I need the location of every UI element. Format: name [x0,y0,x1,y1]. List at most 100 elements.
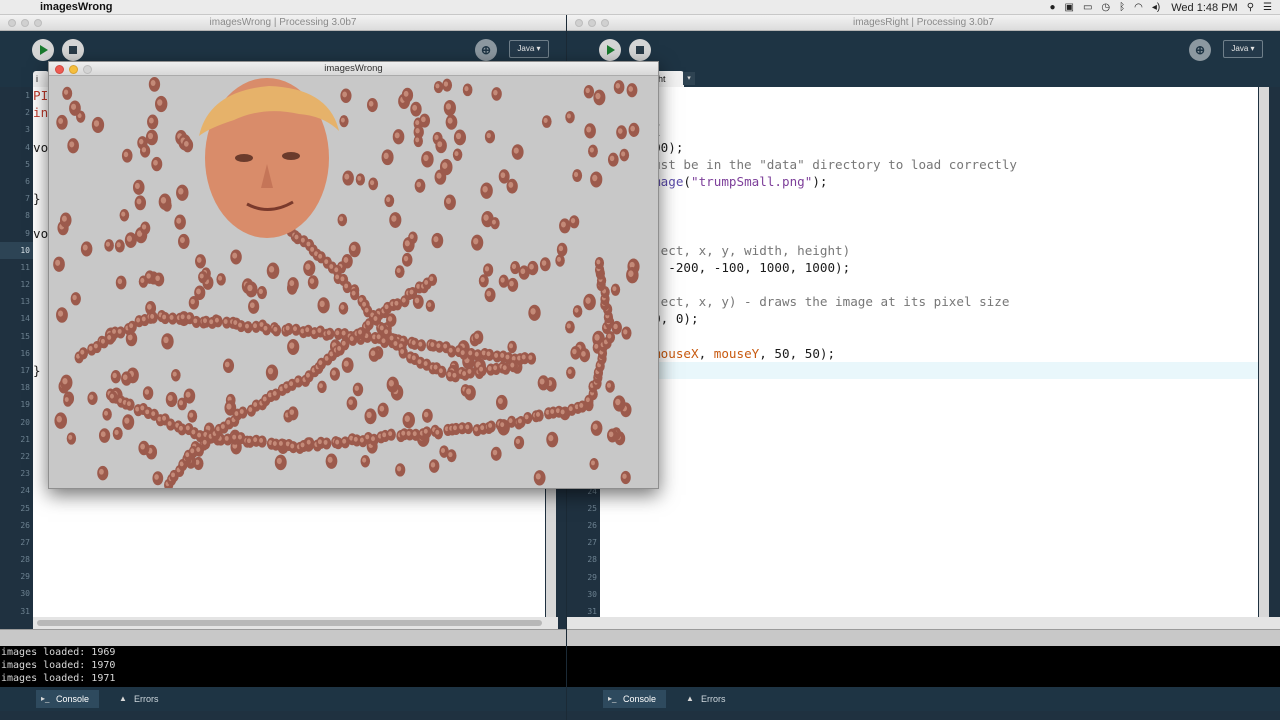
small-head-sprite [257,435,267,448]
sketch-canvas[interactable] [49,76,658,488]
small-head-sprite [526,352,537,365]
small-head-sprite [195,254,206,269]
time-machine-icon[interactable]: ◷ [1101,2,1110,13]
sketch-output-window[interactable]: imagesWrong [48,61,659,489]
left-console-tab[interactable]: ▸_ Console [36,690,100,708]
right-vertical-scrollbar[interactable] [1259,87,1269,617]
warning-icon: ▲ [119,694,127,703]
mode-selector[interactable]: Java ▾ [1223,40,1263,58]
volume-icon[interactable]: ◂) [1152,2,1160,13]
debug-icon[interactable]: ⊕ [475,39,497,61]
right-console-tab[interactable]: ▸_ Console [603,690,667,708]
small-head-sprite [541,115,552,128]
minimize-icon[interactable] [21,19,29,27]
small-head-sprite [386,376,399,393]
small-head-sprite [616,125,627,140]
small-head-sprite [360,454,371,468]
small-head-sprite [588,144,598,158]
small-head-sprite [165,391,178,408]
small-head-sprite [392,129,405,145]
stop-button[interactable] [62,39,84,61]
left-hscroll-thumb[interactable] [37,620,542,626]
spotlight-search-icon[interactable]: ⚲ [1247,2,1254,13]
app-name-menu[interactable]: imagesWrong [40,0,113,15]
small-head-sprite [433,427,444,440]
small-head-sprite [546,431,559,448]
small-head-sprite [593,89,606,106]
right-code-editor[interactable]: img; etup() {(800, 600);mages must be in … [600,87,1258,617]
small-head-sprite [54,412,68,429]
small-head-sprite [435,138,447,154]
small-head-sprite [274,454,287,471]
zoom-icon[interactable] [601,19,609,27]
small-head-sprite [194,285,206,301]
left-sketch-tab[interactable]: i [33,71,49,87]
small-head-sprite [583,293,596,311]
right-toolbar: ⊕ Java ▾ [567,31,1280,71]
right-status-bar [567,629,1280,647]
close-icon[interactable] [575,19,583,27]
small-head-sprite [261,323,272,336]
small-head-sprite [523,411,533,425]
menu-clock[interactable]: Wed 1:48 PM [1171,2,1237,14]
small-head-sprite [67,138,79,154]
run-button[interactable] [32,39,54,61]
small-head-sprite [528,304,541,321]
code-line: mage object, x, y) - draws the image at … [600,294,1010,310]
stop-button[interactable] [629,39,651,61]
zoom-icon[interactable] [83,65,92,74]
small-head-sprite [480,182,493,199]
small-head-sprite [158,193,172,211]
small-head-sprite [341,357,354,373]
creative-cloud-icon[interactable]: ● [1049,2,1055,13]
wifi-icon[interactable]: ◠ [1134,2,1143,13]
close-icon[interactable] [55,65,64,74]
minimize-icon[interactable] [69,65,78,74]
line-number: 24 [20,486,30,496]
airplay-icon[interactable]: ▭ [1083,2,1092,13]
zoom-icon[interactable] [34,19,42,27]
camera-icon[interactable]: ▣ [1065,2,1074,13]
small-head-sprite [98,428,111,443]
small-head-sprite [410,101,422,117]
line-number: 22 [20,451,30,461]
small-head-sprite [59,212,72,228]
line-number: 27 [20,537,30,547]
small-head-sprite [508,360,519,373]
minimize-icon[interactable] [588,19,596,27]
small-head-sprite [471,234,484,251]
small-head-sprite [416,339,427,352]
small-head-sprite [153,272,165,287]
debug-icon[interactable]: ⊕ [1189,39,1211,61]
line-number: 26 [587,520,597,530]
warning-icon: ▲ [686,694,694,703]
left-errors-tab[interactable]: ▲ Errors [114,690,169,708]
left-horizontal-scrollbar[interactable] [33,617,558,629]
line-number: 23 [20,469,30,479]
small-head-sprite [452,148,463,161]
small-head-sprite [431,232,444,249]
small-head-sprite [266,262,280,279]
small-head-sprite [346,396,358,411]
line-number: 30 [20,589,30,599]
small-head-sprite [419,113,431,128]
bluetooth-icon[interactable]: ᛒ [1119,2,1125,13]
small-head-sprite [317,297,330,314]
small-head-sprite [339,115,349,128]
tab-menu-arrow[interactable]: ▾ [683,72,695,85]
code-line: = loadImage("trumpSmall.png"); [600,173,828,189]
notification-center-icon[interactable]: ☰ [1263,2,1272,13]
run-button[interactable] [599,39,621,61]
small-head-sprite [70,292,81,306]
small-head-sprite [325,327,335,340]
small-head-sprite [384,194,395,208]
small-head-sprite [80,241,93,257]
right-horizontal-scrollbar[interactable] [567,617,1280,629]
right-console-tab-label: Console [623,694,657,704]
small-head-sprite [108,391,118,404]
line-number: 27 [587,538,597,548]
right-errors-tab[interactable]: ▲ Errors [681,690,736,708]
small-head-sprite [110,370,121,384]
close-icon[interactable] [8,19,16,27]
mode-selector[interactable]: Java ▾ [509,40,549,58]
